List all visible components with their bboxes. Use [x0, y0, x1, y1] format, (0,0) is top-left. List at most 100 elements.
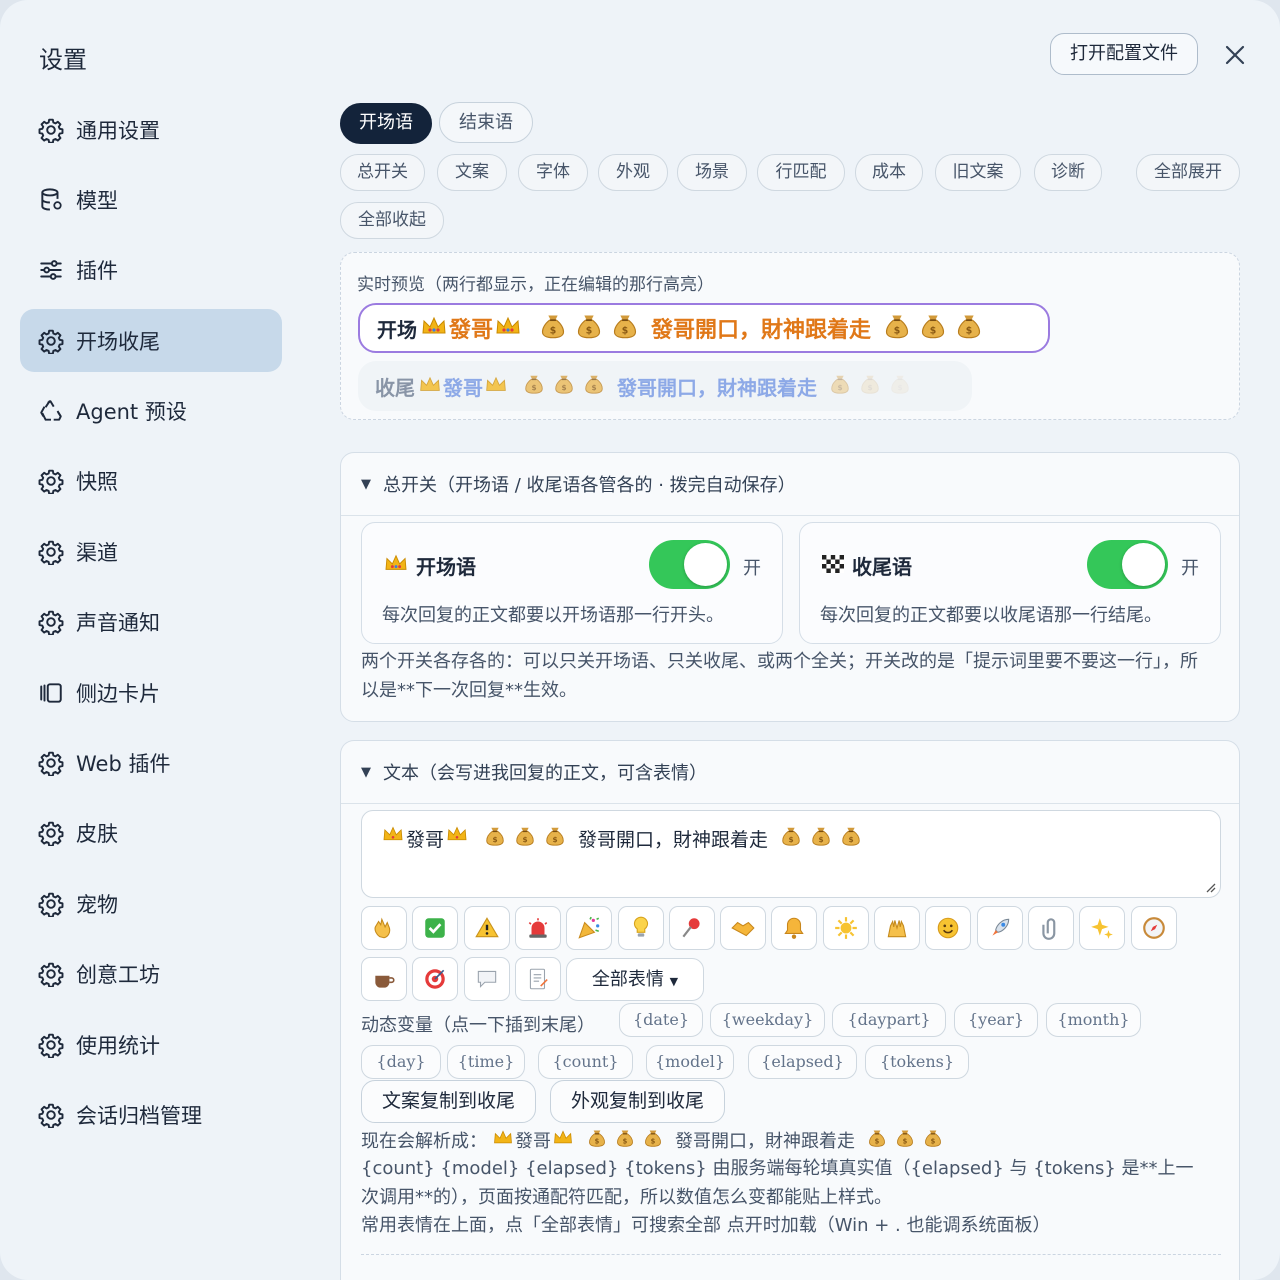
sidebar-item-13[interactable]: 使用统计: [20, 1013, 282, 1076]
sidebar-item-6[interactable]: 渠道: [20, 520, 282, 583]
variable-chip[interactable]: {count}: [538, 1045, 633, 1079]
sidebar-item-8[interactable]: 侧边卡片: [20, 661, 282, 724]
party-icon[interactable]: [566, 906, 613, 950]
money-bag-icon: $: [587, 1128, 607, 1153]
crown-icon: [485, 375, 507, 398]
section-chip-2[interactable]: 字体: [518, 154, 588, 191]
master-switch-section: ▼ 总开关（开场语 / 收尾语各管各的 · 拨完自动保存） 开场语 开 每次回复…: [340, 452, 1240, 722]
sidebar-item-label: 侧边卡片: [76, 681, 160, 706]
variable-chip[interactable]: {model}: [646, 1045, 734, 1079]
tab-opening[interactable]: 开场语: [340, 103, 432, 144]
pin-icon[interactable]: [668, 906, 715, 950]
wave-icon[interactable]: [361, 906, 407, 950]
copy-text-to-closing-button[interactable]: 文案复制到收尾: [361, 1080, 536, 1123]
text-section-header[interactable]: ▼ 文本（会写进我回复的正文，可含表情）: [341, 741, 1239, 804]
variable-chip[interactable]: {date}: [619, 1003, 703, 1037]
sidebar-item-2[interactable]: 插件: [20, 239, 282, 302]
svg-text:$: $: [622, 326, 629, 337]
variable-chip[interactable]: {daypart}: [832, 1003, 946, 1037]
opening-toggle[interactable]: [649, 540, 730, 589]
money-bag-icon: $: [523, 373, 545, 399]
collapse-triangle-icon: ▼: [361, 476, 371, 492]
section-chip-8[interactable]: 诊断: [1034, 154, 1102, 191]
all-emoji-button[interactable]: 全部表情 ▼: [566, 958, 704, 1001]
siren-icon[interactable]: [514, 906, 561, 950]
sidebar-item-1[interactable]: 模型: [20, 168, 282, 231]
sidebar-item-9[interactable]: Web 插件: [20, 732, 282, 795]
variable-chip[interactable]: {tokens}: [865, 1045, 969, 1079]
sun-icon[interactable]: [822, 906, 869, 950]
warning-icon[interactable]: [463, 906, 510, 950]
opening-card-desc: 每次回复的正文都要以开场语那一行开头。: [382, 605, 724, 626]
check-icon[interactable]: [412, 906, 459, 950]
section-chip-5[interactable]: 行匹配: [757, 154, 845, 191]
svg-text:$: $: [894, 326, 901, 337]
gear-icon: [38, 750, 64, 777]
gear-icon: [38, 820, 64, 847]
variable-chip[interactable]: {weekday}: [710, 1003, 825, 1037]
gear-icon: [38, 468, 64, 495]
sidebar-item-5[interactable]: 快照: [20, 450, 282, 513]
variable-chip[interactable]: {time}: [447, 1045, 525, 1079]
sidebar-item-0[interactable]: 通用设置: [20, 98, 282, 161]
variable-chip[interactable]: {day}: [361, 1045, 441, 1079]
resize-handle-icon[interactable]: [1204, 881, 1216, 893]
bell-icon[interactable]: [771, 906, 818, 950]
sidebar-item-12[interactable]: 创意工坊: [20, 943, 282, 1006]
money-bag-icon: $: [829, 373, 851, 399]
preview-open-tag: 开场: [377, 317, 417, 342]
text-input[interactable]: 發哥 $ $ $ 發哥開口，財神跟着走 $ $ $: [361, 810, 1221, 898]
variable-chip[interactable]: {month}: [1046, 1003, 1141, 1037]
gear-icon: [38, 117, 64, 143]
section-chip-10[interactable]: 全部收起: [340, 202, 444, 239]
speech-icon[interactable]: [463, 957, 510, 1001]
section-chip-6[interactable]: 成本: [855, 154, 923, 191]
open-config-button[interactable]: 打开配置文件: [1050, 33, 1198, 75]
smile-icon[interactable]: [925, 906, 972, 950]
svg-text:$: $: [818, 835, 823, 844]
gear-icon: [38, 891, 64, 917]
memo-icon[interactable]: [514, 957, 561, 1001]
tab-closing[interactable]: 结束语: [439, 102, 533, 143]
sidebar-item-10[interactable]: 皮肤: [20, 802, 282, 865]
money-bag-icon: $: [867, 1128, 887, 1153]
raised-hands-icon[interactable]: [874, 906, 920, 950]
opening-card-heading: 开场语: [384, 551, 476, 580]
section-chip-4[interactable]: 场景: [677, 154, 747, 191]
svg-text:$: $: [867, 383, 872, 392]
svg-text:$: $: [931, 1137, 936, 1145]
compass-icon[interactable]: [1130, 906, 1177, 950]
sidebar-item-label: Web 插件: [76, 752, 171, 777]
sidebar-item-7[interactable]: 声音通知: [20, 591, 282, 654]
section-chip-1[interactable]: 文案: [437, 154, 507, 191]
all-emoji-label: 全部表情: [591, 969, 664, 990]
master-switch-header[interactable]: ▼ 总开关（开场语 / 收尾语各管各的 · 拨完自动保存）: [341, 453, 1239, 516]
section-chip-0[interactable]: 总开关: [340, 154, 425, 191]
collapse-triangle-icon: ▼: [361, 764, 371, 780]
money-bag-icon: $: [514, 825, 536, 852]
svg-text:$: $: [531, 383, 536, 392]
copy-look-to-closing-button[interactable]: 外观复制到收尾: [550, 1080, 725, 1123]
paperclip-icon[interactable]: [1027, 906, 1074, 950]
sidebar-item-3[interactable]: 开场收尾: [20, 309, 282, 373]
section-chip-7[interactable]: 旧文案: [935, 154, 1021, 191]
variable-chip[interactable]: {elapsed}: [748, 1045, 857, 1079]
sidebar-item-11[interactable]: 宠物: [20, 872, 282, 935]
gear-icon: [38, 539, 64, 565]
rocket-icon[interactable]: [976, 906, 1023, 950]
closing-toggle[interactable]: [1087, 540, 1168, 589]
handshake-icon[interactable]: [720, 906, 767, 950]
sidebar-item-14[interactable]: 会话归档管理: [20, 1083, 282, 1146]
variable-chip[interactable]: {year}: [954, 1003, 1038, 1037]
gear-icon: [38, 328, 64, 354]
sidebar-item-4[interactable]: Agent 预设: [20, 380, 282, 443]
coffee-icon[interactable]: [361, 957, 407, 1001]
sidebar-item-label: 快照: [76, 470, 118, 495]
sidebar-item-label: 创意工坊: [76, 963, 160, 988]
section-chip-9[interactable]: 全部展开: [1136, 154, 1240, 191]
close-icon[interactable]: [1222, 42, 1248, 68]
target-icon[interactable]: [412, 957, 459, 1001]
section-chip-3[interactable]: 外观: [598, 154, 668, 191]
sparkles-icon[interactable]: [1079, 906, 1126, 950]
bulb-icon[interactable]: [617, 906, 664, 950]
